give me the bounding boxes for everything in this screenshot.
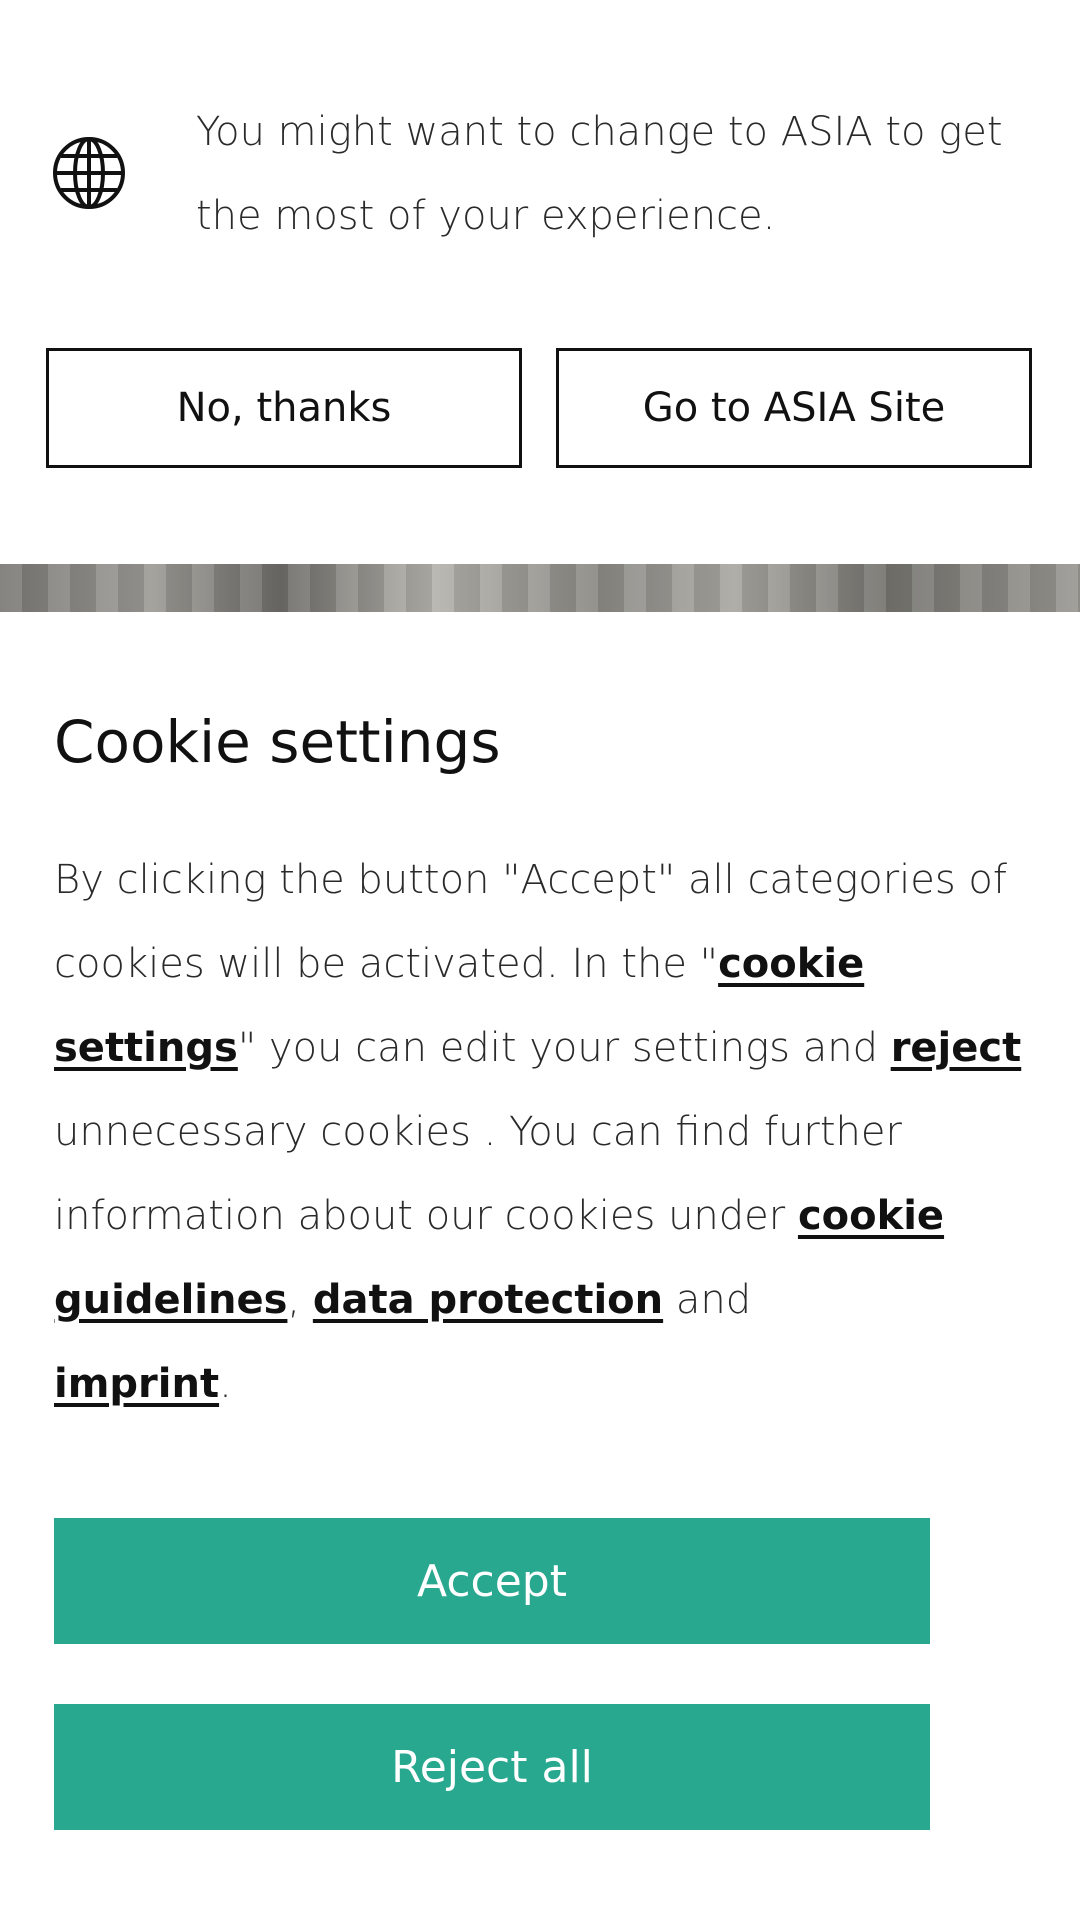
cookie-text-part: .	[219, 1361, 232, 1407]
globe-icon	[53, 137, 125, 209]
data-protection-link[interactable]: data protection	[313, 1277, 663, 1323]
accept-button[interactable]: Accept	[54, 1518, 930, 1644]
cookie-settings-panel: Cookie settings By clicking the button "…	[0, 612, 1080, 1920]
page: You might want to change to ASIA to get …	[0, 0, 1080, 1920]
reject-link[interactable]: reject	[891, 1025, 1022, 1071]
cookie-text-part: " you can edit your settings and	[237, 1025, 891, 1071]
go-to-asia-site-button[interactable]: Go to ASIA Site	[556, 348, 1032, 468]
region-message: You might want to change to ASIA to get …	[196, 109, 1003, 239]
cookie-text-part: unnecessary cookies . You can find furth…	[54, 1109, 902, 1239]
cookie-text-part: and	[663, 1277, 752, 1323]
background-photo	[0, 564, 1080, 612]
imprint-link[interactable]: imprint	[54, 1361, 219, 1407]
no-thanks-button[interactable]: No, thanks	[46, 348, 522, 468]
region-banner: You might want to change to ASIA to get …	[0, 0, 1080, 564]
cookie-description: By clicking the button "Accept" all cate…	[54, 838, 1044, 1426]
cookie-settings-title: Cookie settings	[54, 708, 501, 776]
reject-all-button[interactable]: Reject all	[54, 1704, 930, 1830]
cookie-text-part: ,	[287, 1277, 313, 1323]
